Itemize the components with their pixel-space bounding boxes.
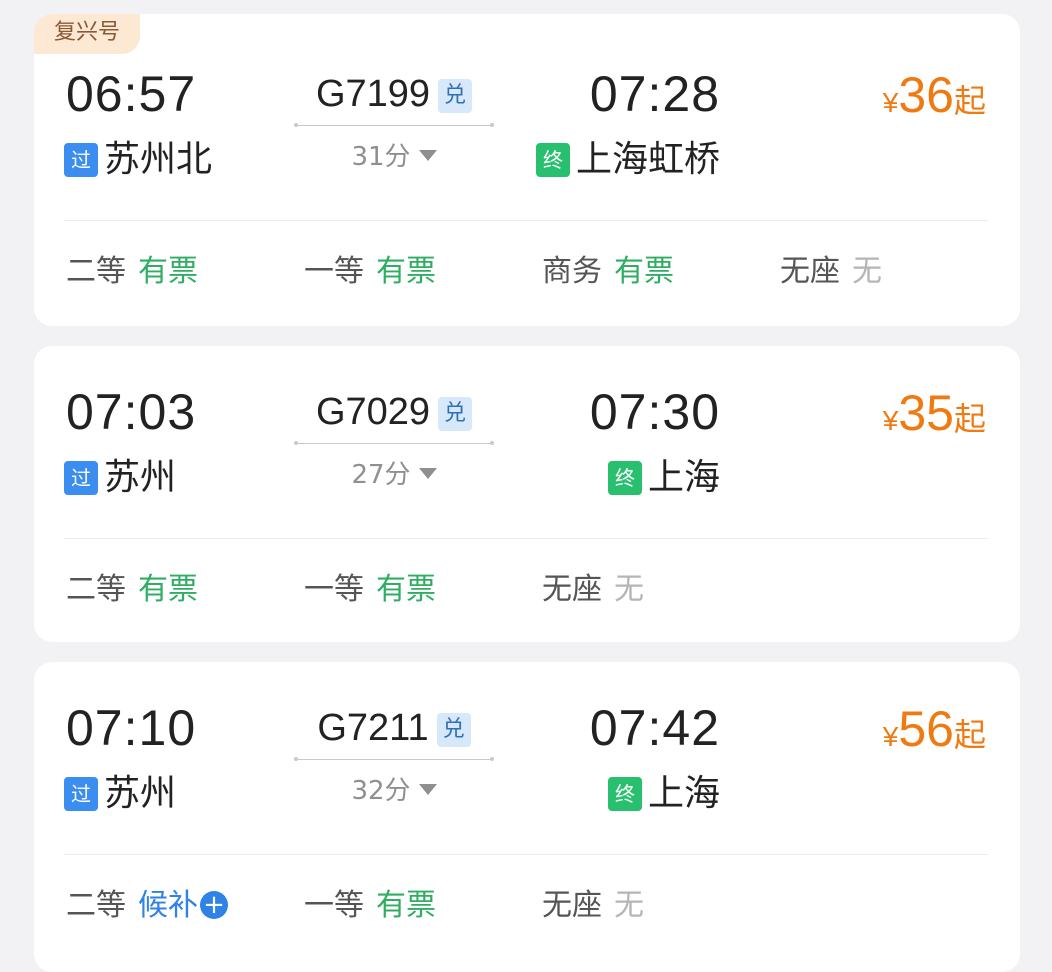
seat-standing: 无座无 <box>542 572 644 608</box>
card-divider <box>64 854 988 855</box>
departure-station: 过苏州北 <box>64 139 212 181</box>
seat-class-label: 二等 <box>66 254 126 289</box>
caret-down-icon <box>418 784 437 795</box>
seat-class-label: 一等 <box>304 888 364 923</box>
price: ¥56起 <box>883 700 986 758</box>
seat-first-class: 一等 有票 <box>304 254 436 290</box>
price-amount: 56 <box>898 701 954 757</box>
price-suffix: 起 <box>953 717 986 753</box>
price-suffix: 起 <box>953 401 986 437</box>
terminal-badge: 终 <box>607 461 642 495</box>
train-number-text: G7029 <box>315 391 431 433</box>
plus-circle-icon[interactable]: + <box>200 891 228 919</box>
train-number: G7211 兑 <box>296 706 492 750</box>
seat-class-label: 无座 <box>780 254 840 289</box>
train-card[interactable]: 07:03 G7029 兑 27分 07:30 ¥35起 过苏州 终上海 二等 有票… <box>34 346 1020 642</box>
caret-down-icon <box>418 468 437 479</box>
seat-class-label: 无座 <box>542 888 602 923</box>
price-currency: ¥ <box>882 405 899 436</box>
departure-station-name: 苏州 <box>104 773 177 814</box>
price: ¥35起 <box>883 384 986 442</box>
duration-toggle[interactable]: 27分 <box>296 460 492 490</box>
seat-class-label: 一等 <box>304 572 364 607</box>
seat-status: 无 <box>614 888 644 923</box>
departure-station: 过苏州 <box>64 773 176 815</box>
price-suffix: 起 <box>953 83 986 119</box>
price: ¥36起 <box>883 66 986 124</box>
seat-standing: 无座无 <box>780 254 882 290</box>
departure-time: 07:10 <box>66 700 197 756</box>
seat-status: 有票 <box>138 254 198 289</box>
pass-badge: 过 <box>64 143 98 177</box>
seat-status: 无 <box>852 254 882 289</box>
price-currency: ¥ <box>882 87 899 118</box>
arrival-station-name: 上海虹桥 <box>575 139 720 180</box>
arrival-station: 终上海 <box>607 457 720 499</box>
pass-badge: 过 <box>64 777 98 811</box>
departure-time: 07:03 <box>66 384 197 440</box>
exchange-badge: 兑 <box>436 713 471 747</box>
arrival-station: 终上海 <box>607 773 720 815</box>
departure-station-name: 苏州北 <box>104 139 213 180</box>
seat-second-class: 二等 有票 <box>66 254 198 290</box>
train-card[interactable]: 07:10 G7211 兑 32分 07:42 ¥56起 过苏州 终上海 二等 候补… <box>34 662 1020 972</box>
train-number-text: G7211 <box>317 707 429 749</box>
seat-status: 有票 <box>376 572 436 607</box>
arrival-time: 07:42 <box>589 700 720 756</box>
terminal-badge: 终 <box>535 143 570 177</box>
arrival-station: 终上海虹桥 <box>535 139 720 181</box>
seat-class-label: 一等 <box>304 254 364 289</box>
duration-toggle[interactable]: 32分 <box>296 776 492 806</box>
seat-class-label: 二等 <box>66 888 126 923</box>
seat-class-label: 无座 <box>542 572 602 607</box>
arrival-station-name: 上海 <box>647 773 720 814</box>
route-divider <box>294 757 494 761</box>
price-amount: 36 <box>898 67 954 123</box>
seat-second-class[interactable]: 二等 候补 + <box>66 888 228 924</box>
seat-standing: 无座无 <box>542 888 644 924</box>
price-amount: 35 <box>898 385 954 441</box>
departure-station-name: 苏州 <box>104 457 177 498</box>
arrival-station-name: 上海 <box>647 457 720 498</box>
duration-toggle[interactable]: 31分 <box>296 142 492 172</box>
arrival-time: 07:30 <box>589 384 720 440</box>
departure-station: 过苏州 <box>64 457 176 499</box>
departure-time: 06:57 <box>66 66 197 122</box>
card-divider <box>64 220 988 221</box>
seat-first-class: 一等 有票 <box>304 888 436 924</box>
duration-text: 27分 <box>351 460 411 490</box>
seat-status: 有票 <box>376 254 436 289</box>
train-number: G7029 兑 <box>296 390 492 434</box>
seat-status: 有票 <box>138 572 198 607</box>
seat-status: 有票 <box>376 888 436 923</box>
card-divider <box>64 538 988 539</box>
arrival-time: 07:28 <box>589 66 720 122</box>
train-card[interactable]: 复兴号 06:57 G7199 兑 31分 07:28 ¥36起 过苏州北 终上海… <box>34 14 1020 326</box>
exchange-badge: 兑 <box>438 397 473 431</box>
duration-text: 31分 <box>351 142 411 172</box>
train-number-text: G7199 <box>315 73 431 115</box>
seat-class-label: 二等 <box>66 572 126 607</box>
route-divider <box>294 441 494 445</box>
train-number: G7199 兑 <box>296 72 492 116</box>
exchange-badge: 兑 <box>438 79 473 113</box>
train-type-tag: 复兴号 <box>34 14 141 54</box>
seat-first-class: 一等 有票 <box>304 572 436 608</box>
seat-class-label: 商务 <box>542 254 602 289</box>
waitlist-status[interactable]: 候补 <box>138 888 198 923</box>
seat-status: 有票 <box>614 254 674 289</box>
price-currency: ¥ <box>882 721 899 752</box>
caret-down-icon <box>418 150 437 161</box>
seat-business-class: 商务 有票 <box>542 254 674 290</box>
terminal-badge: 终 <box>607 777 642 811</box>
route-divider <box>294 123 494 127</box>
seat-status: 无 <box>614 572 644 607</box>
seat-second-class: 二等 有票 <box>66 572 198 608</box>
duration-text: 32分 <box>351 776 411 806</box>
pass-badge: 过 <box>64 461 98 495</box>
